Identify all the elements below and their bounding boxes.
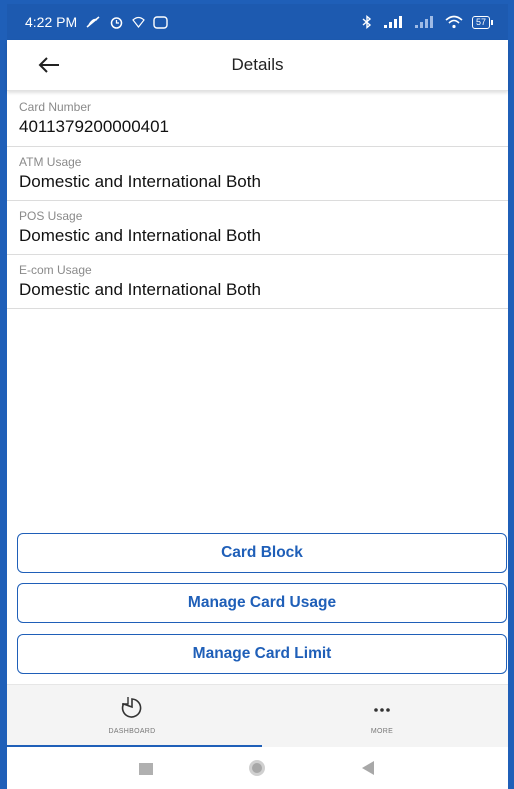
status-time: 4:22 PM bbox=[25, 14, 78, 30]
system-nav-bar bbox=[7, 748, 508, 789]
manage-card-usage-button[interactable]: Manage Card Usage bbox=[17, 583, 507, 623]
back-nav-button[interactable] bbox=[362, 761, 374, 780]
message-icon bbox=[153, 15, 168, 29]
home-button[interactable] bbox=[248, 759, 266, 782]
detail-row-atm-usage: ATM Usage Domestic and International Bot… bbox=[7, 147, 508, 201]
detail-label: E-com Usage bbox=[19, 263, 92, 277]
frame-right bbox=[508, 0, 514, 789]
active-tab-indicator bbox=[7, 745, 262, 747]
manage-card-limit-button[interactable]: Manage Card Limit bbox=[17, 634, 507, 674]
detail-row-card-number: Card Number 4011379200000401 bbox=[7, 92, 508, 147]
detail-list: Card Number 4011379200000401 ATM Usage D… bbox=[7, 92, 508, 309]
dashboard-icon bbox=[117, 695, 147, 724]
detail-value: 4011379200000401 bbox=[19, 117, 170, 136]
mute-icon bbox=[85, 15, 101, 29]
more-dots-icon bbox=[370, 695, 394, 724]
frame-left bbox=[0, 0, 7, 789]
detail-row-pos-usage: POS Usage Domestic and International Bot… bbox=[7, 201, 508, 255]
nav-label-more: MORE bbox=[370, 728, 394, 735]
detail-value: Domestic and International Both bbox=[19, 172, 261, 191]
app-bar: Details bbox=[7, 40, 508, 91]
detail-row-ecom-usage: E-com Usage Domestic and International B… bbox=[7, 255, 508, 309]
nav-label-dashboard: DASHBOARD bbox=[108, 728, 156, 735]
wifi-icon bbox=[445, 15, 463, 29]
detail-label: Card Number bbox=[19, 100, 92, 114]
signal-2-icon bbox=[414, 16, 436, 28]
recent-apps-button[interactable] bbox=[139, 762, 153, 780]
signal-icon bbox=[383, 16, 405, 28]
bottom-nav: DASHBOARD MORE bbox=[7, 684, 508, 747]
detail-label: ATM Usage bbox=[19, 155, 82, 169]
detail-value: Domestic and International Both bbox=[19, 280, 261, 299]
detail-value: Domestic and International Both bbox=[19, 226, 261, 245]
nav-item-more[interactable]: MORE bbox=[257, 685, 507, 745]
page-title: Details bbox=[231, 55, 284, 74]
card-block-button[interactable]: Card Block bbox=[17, 533, 507, 573]
bluetooth-icon bbox=[360, 15, 374, 29]
battery-icon: 57 bbox=[471, 15, 494, 29]
alarm-icon bbox=[109, 15, 124, 30]
detail-label: POS Usage bbox=[19, 209, 83, 223]
nav-item-dashboard[interactable]: DASHBOARD bbox=[7, 685, 257, 745]
status-bar: 4:22 PM 57 bbox=[7, 4, 508, 40]
wifi-off-icon bbox=[132, 16, 145, 29]
